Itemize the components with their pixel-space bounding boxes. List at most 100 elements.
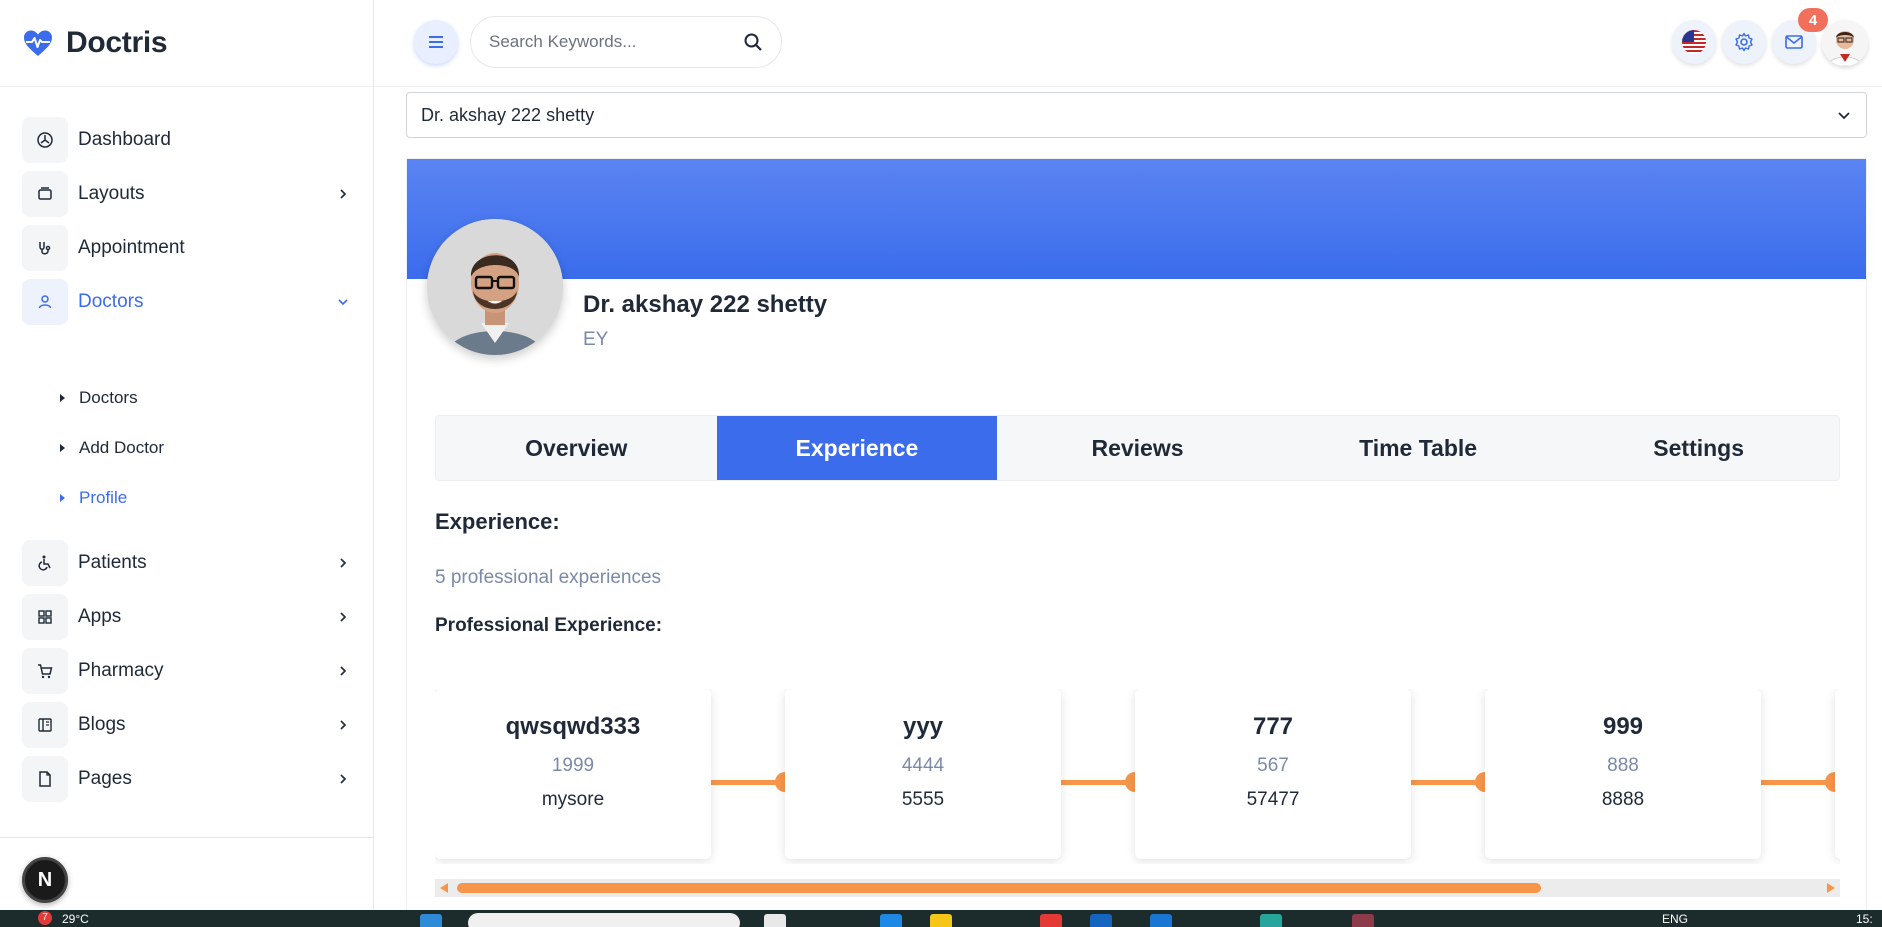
submenu-item-add-doctor[interactable]: Add Doctor: [60, 434, 164, 462]
chevron-right-icon: [340, 774, 347, 784]
dev-tools-badge[interactable]: N: [22, 857, 68, 903]
taskbar-search[interactable]: [468, 913, 740, 927]
taskbar-app-icon[interactable]: [1040, 914, 1062, 927]
chevron-down-icon: [338, 299, 348, 306]
stethoscope-icon: [22, 225, 68, 271]
chevron-right-icon: [340, 558, 347, 568]
doctor-photo-icon: [427, 219, 563, 355]
tab-time-table[interactable]: Time Table: [1278, 416, 1559, 480]
scroll-right-icon[interactable]: [1827, 883, 1835, 893]
sidebar-item-pages[interactable]: Pages: [22, 755, 354, 803]
experience-title: qwsqwd333: [505, 713, 641, 740]
taskbar-app-icon[interactable]: [1352, 914, 1374, 927]
bullet-triangle-icon: [60, 394, 65, 402]
menu-toggle-button[interactable]: [414, 20, 458, 64]
experience-place: mysore: [541, 789, 605, 810]
messages-button[interactable]: 4: [1772, 8, 1828, 64]
profile-tabs: Overview Experience Reviews Time Table S…: [435, 415, 1840, 481]
experience-place: 57477: [1246, 789, 1300, 810]
professional-experience-heading: Professional Experience:: [435, 615, 663, 636]
hamburger-icon: [429, 36, 443, 48]
experience-timeline[interactable]: qwsqwd333 1999 mysore yyy 4444 5555 777 …: [435, 689, 1840, 864]
layout-icon: [22, 171, 68, 217]
chevron-right-icon: [340, 720, 347, 730]
weather-text[interactable]: 29°C: [62, 912, 89, 926]
apps-grid-icon: [22, 594, 68, 640]
sidebar-item-pharmacy[interactable]: Pharmacy: [22, 647, 354, 695]
sidebar-item-label: Layouts: [78, 183, 145, 204]
doctor-select[interactable]: Dr. akshay 222 shetty: [406, 92, 1867, 138]
language-button[interactable]: [1672, 20, 1716, 64]
sidebar-item-label: Apps: [78, 606, 122, 627]
settings-button[interactable]: [1722, 20, 1766, 64]
experience-year: 567: [1257, 755, 1289, 776]
experience-year: 4444: [901, 755, 945, 776]
sidebar-nav: Dashboard Layouts Appointment Doctors Do…: [0, 87, 373, 837]
experience-heading: Experience:: [435, 509, 560, 534]
submenu-item-profile[interactable]: Profile: [60, 484, 127, 512]
search-icon[interactable]: [743, 32, 763, 52]
submenu-item-doctors[interactable]: Doctors: [60, 384, 138, 412]
timeline-scrollbar[interactable]: [435, 879, 1840, 897]
sidebar-item-label: Pharmacy: [78, 660, 164, 681]
doctor-select-value: Dr. akshay 222 shetty: [421, 104, 595, 125]
taskbar-app-icon[interactable]: [420, 914, 442, 927]
experience-title: 777: [1252, 713, 1294, 740]
top-header: 4: [374, 0, 1882, 87]
bullet-triangle-icon: [60, 444, 65, 452]
bullet-triangle-icon: [60, 494, 65, 502]
experience-year: 1999: [551, 755, 595, 776]
us-flag-icon: [1682, 30, 1706, 54]
main-content: Dr. akshay 222 shetty Dr. akshay 222 she…: [374, 87, 1882, 910]
user-avatar[interactable]: [1822, 20, 1868, 66]
doctor-avatar-icon: [1822, 20, 1868, 66]
clock[interactable]: 15:: [1856, 912, 1873, 926]
experience-place: 8888: [1601, 789, 1645, 810]
sidebar-item-layouts[interactable]: Layouts: [22, 170, 354, 218]
brand[interactable]: Doctris: [0, 0, 373, 87]
sidebar-item-doctors[interactable]: Doctors: [22, 278, 354, 326]
gear-icon: [1735, 32, 1753, 52]
search-input[interactable]: [489, 32, 743, 52]
sidebar-footer: N: [0, 837, 373, 910]
experience-card: qwsqwd333 1999 mysore: [435, 689, 711, 859]
sidebar-item-dashboard[interactable]: Dashboard: [22, 116, 354, 164]
dashboard-icon: [22, 117, 68, 163]
notification-badge: 4: [1798, 8, 1828, 32]
tab-experience[interactable]: Experience: [716, 416, 998, 480]
sidebar-item-patients[interactable]: Patients: [22, 539, 354, 587]
sidebar-item-apps[interactable]: Apps: [22, 593, 354, 641]
experience-card: yyy 4444 5555: [785, 689, 1061, 859]
sidebar-item-appointment[interactable]: Appointment: [22, 224, 354, 272]
brand-name: Doctris: [66, 26, 168, 59]
doctor-subtitle: EY: [583, 329, 609, 350]
profile-banner: [407, 159, 1866, 279]
sidebar-item-label: Dashboard: [78, 129, 171, 150]
scrollbar-thumb[interactable]: [457, 883, 1541, 893]
tab-reviews[interactable]: Reviews: [997, 416, 1278, 480]
submenu-item-label: Profile: [79, 488, 128, 507]
tab-settings[interactable]: Settings: [1558, 416, 1839, 480]
experience-card: 999 888 8888: [1485, 689, 1761, 859]
sidebar-item-label: Doctors: [78, 291, 144, 312]
doctor-avatar: [427, 219, 563, 355]
taskbar-app-icon[interactable]: [1090, 914, 1112, 927]
language-indicator[interactable]: ENG: [1662, 912, 1688, 926]
taskbar-app-icon[interactable]: [930, 914, 952, 927]
mail-icon: [1785, 35, 1803, 49]
chevron-right-icon: [340, 666, 347, 676]
experience-card: [1835, 689, 1840, 859]
taskbar-app-icon[interactable]: [764, 914, 786, 927]
taskbar-app-icon[interactable]: [1260, 914, 1282, 927]
page-icon: [22, 756, 68, 802]
submenu-item-label: Add Doctor: [79, 438, 165, 457]
tab-overview[interactable]: Overview: [436, 416, 717, 480]
taskbar-app-icon[interactable]: [880, 914, 902, 927]
sidebar-item-blogs[interactable]: Blogs: [22, 701, 354, 749]
experience-title: yyy: [902, 713, 944, 740]
scroll-left-icon[interactable]: [440, 883, 448, 893]
experience-place: 5555: [901, 789, 945, 810]
user-icon: [22, 279, 68, 325]
experience-count: 5 professional experiences: [435, 567, 662, 588]
taskbar-app-icon[interactable]: [1150, 914, 1172, 927]
